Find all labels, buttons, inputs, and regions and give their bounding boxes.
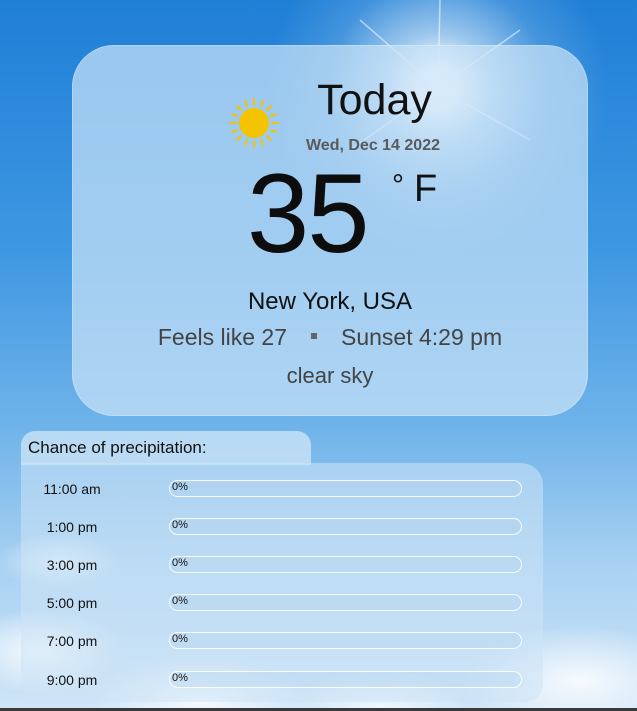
weather-description: clear sky	[286, 363, 374, 388]
precip-time: 5:00 pm	[46, 595, 98, 611]
precip-time: 7:00 pm	[46, 633, 98, 649]
precip-percent: 0%	[172, 595, 188, 607]
separator-dot	[311, 332, 317, 339]
precip-time: 9:00 pm	[46, 672, 98, 688]
precip-percent: 0%	[172, 633, 188, 645]
precip-row: 1:00 pm 0%	[21, 518, 543, 538]
sun-icon	[229, 98, 279, 148]
precip-progress-bar: 0%	[169, 556, 522, 573]
feels-like-text: Feels like 27	[157, 324, 287, 350]
precip-progress-bar: 0%	[169, 518, 522, 535]
precip-row: 11:00 am 0%	[21, 480, 543, 500]
temperature-unit: ° F	[392, 170, 437, 208]
precip-progress-bar: 0%	[169, 671, 522, 688]
precip-progress-bar: 0%	[169, 594, 522, 611]
precip-row: 9:00 pm 0%	[21, 671, 543, 691]
unit-letter: F	[414, 168, 438, 210]
precip-row: 3:00 pm 0%	[21, 556, 543, 576]
weather-meta: Feels like 27 Sunset 4:29 pm	[72, 324, 588, 351]
temperature-value: 35	[247, 151, 370, 276]
precip-row: 7:00 pm 0%	[21, 632, 543, 652]
location-text: New York, USA	[247, 288, 413, 315]
sunset-text: Sunset 4:29 pm	[341, 324, 503, 350]
precip-progress-bar: 0%	[169, 480, 522, 497]
precip-time: 11:00 am	[43, 481, 101, 497]
precip-time: 3:00 pm	[46, 557, 98, 573]
precip-percent: 0%	[172, 672, 188, 684]
precip-percent: 0%	[172, 557, 188, 569]
degree-symbol: °	[392, 169, 404, 202]
day-label: Today	[317, 76, 432, 124]
precipitation-title: Chance of precipitation:	[28, 438, 207, 457]
precip-progress-bar: 0%	[169, 632, 522, 649]
precip-row: 5:00 pm 0%	[21, 594, 543, 614]
precip-time: 1:00 pm	[46, 519, 98, 535]
precip-percent: 0%	[172, 481, 188, 493]
precip-percent: 0%	[172, 519, 188, 531]
